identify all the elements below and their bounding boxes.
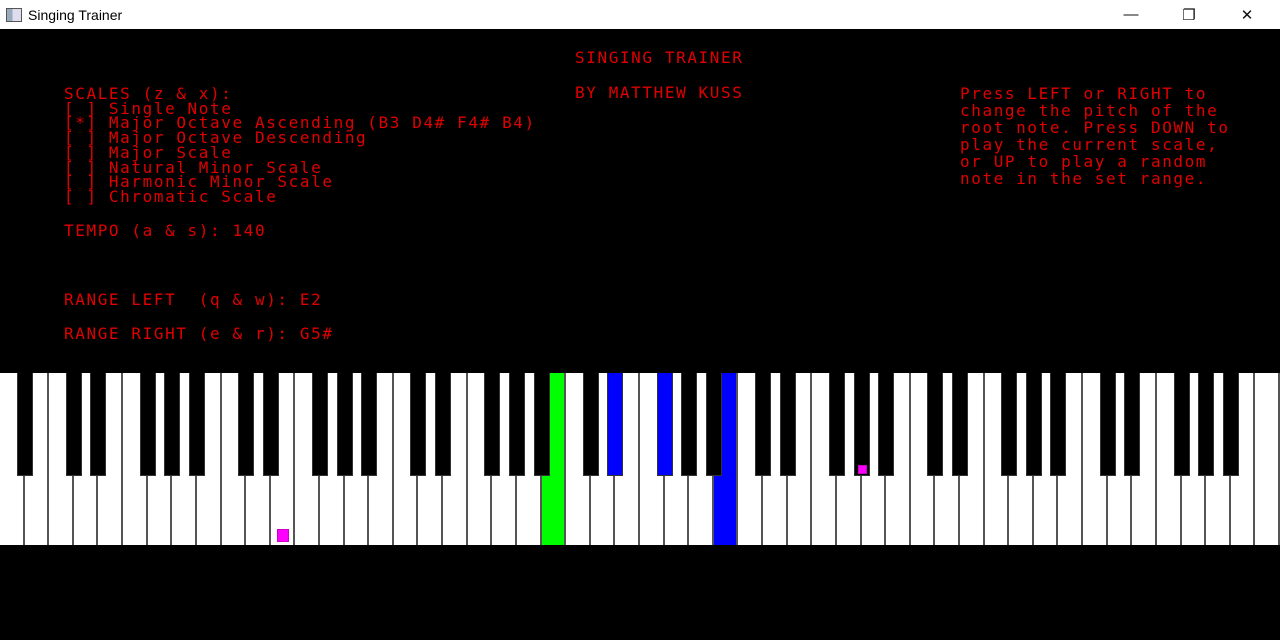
black-key-A#1[interactable] bbox=[188, 373, 205, 476]
black-key-A#0[interactable] bbox=[16, 373, 33, 476]
black-key-C#7[interactable] bbox=[1099, 373, 1116, 476]
black-key-A#7[interactable] bbox=[1222, 373, 1239, 476]
piano-keyboard[interactable] bbox=[0, 373, 1280, 545]
help-line: note in the set range. bbox=[960, 169, 1208, 188]
range-marker bbox=[857, 465, 867, 474]
black-key-A#5[interactable] bbox=[878, 373, 895, 476]
black-key-C#1[interactable] bbox=[65, 373, 82, 476]
app-icon bbox=[6, 7, 22, 22]
black-key-F#5[interactable] bbox=[828, 373, 845, 476]
black-key-G#6[interactable] bbox=[1025, 373, 1042, 476]
black-key-D#1[interactable] bbox=[90, 373, 107, 476]
help-line: play the current scale, bbox=[960, 135, 1219, 154]
black-key-C#3[interactable] bbox=[410, 373, 427, 476]
black-key-F#3[interactable] bbox=[484, 373, 501, 476]
tempo-readout: TEMPO (a & s): 140 bbox=[64, 221, 267, 240]
black-key-A#6[interactable] bbox=[1050, 373, 1067, 476]
title-bar: Singing Trainer — ❐ ✕ bbox=[0, 0, 1280, 29]
black-key-D#3[interactable] bbox=[435, 373, 452, 476]
black-key-G#7[interactable] bbox=[1198, 373, 1215, 476]
black-key-F#6[interactable] bbox=[1001, 373, 1018, 476]
black-key-C#4[interactable] bbox=[582, 373, 599, 476]
help-line: change the pitch of the bbox=[960, 101, 1219, 120]
scales-list: SCALES (z & x): [ ] Single Note [*] Majo… bbox=[64, 86, 564, 206]
black-key-A#3[interactable] bbox=[533, 373, 550, 476]
black-key-C#5[interactable] bbox=[755, 373, 772, 476]
black-key-G#2[interactable] bbox=[336, 373, 353, 476]
black-key-A#2[interactable] bbox=[361, 373, 378, 476]
help-line: or UP to play a random bbox=[960, 152, 1208, 171]
black-key-F#2[interactable] bbox=[312, 373, 328, 476]
author: BY MATTHEW KUSS bbox=[575, 83, 744, 102]
black-key-C#2[interactable] bbox=[238, 373, 255, 476]
black-key-A#4[interactable] bbox=[705, 373, 722, 476]
scale-option: [ ] Chromatic Scale bbox=[64, 186, 278, 206]
help-line: root note. Press DOWN to bbox=[960, 118, 1230, 137]
range-marker bbox=[277, 529, 290, 542]
black-key-D#5[interactable] bbox=[779, 373, 796, 476]
app-title: SINGING TRAINER bbox=[575, 48, 744, 67]
black-key-D#4[interactable] bbox=[607, 373, 624, 476]
black-key-G#4[interactable] bbox=[681, 373, 698, 476]
window-title: Singing Trainer bbox=[28, 6, 123, 23]
close-button[interactable]: ✕ bbox=[1218, 0, 1276, 29]
white-key-C8[interactable] bbox=[1255, 373, 1280, 545]
black-key-F#4[interactable] bbox=[656, 373, 673, 476]
maximize-button[interactable]: ❐ bbox=[1160, 0, 1218, 29]
black-key-F#1[interactable] bbox=[139, 373, 156, 476]
help-text: Press LEFT or RIGHT to change the pitch … bbox=[960, 86, 1260, 191]
black-key-G#3[interactable] bbox=[508, 373, 525, 476]
range-left-readout: RANGE LEFT (q & w): E2 bbox=[64, 290, 323, 309]
black-key-D#6[interactable] bbox=[952, 373, 968, 476]
help-line: Press LEFT or RIGHT to bbox=[960, 84, 1208, 103]
black-key-D#7[interactable] bbox=[1124, 373, 1141, 476]
range-right-readout: RANGE RIGHT (e & r): G5# bbox=[64, 324, 334, 343]
minimize-button[interactable]: — bbox=[1102, 0, 1160, 29]
black-key-G#1[interactable] bbox=[164, 373, 181, 476]
black-key-C#6[interactable] bbox=[927, 373, 944, 476]
black-key-D#2[interactable] bbox=[262, 373, 279, 476]
black-key-F#7[interactable] bbox=[1173, 373, 1190, 476]
black-key-G#5[interactable] bbox=[853, 373, 870, 476]
